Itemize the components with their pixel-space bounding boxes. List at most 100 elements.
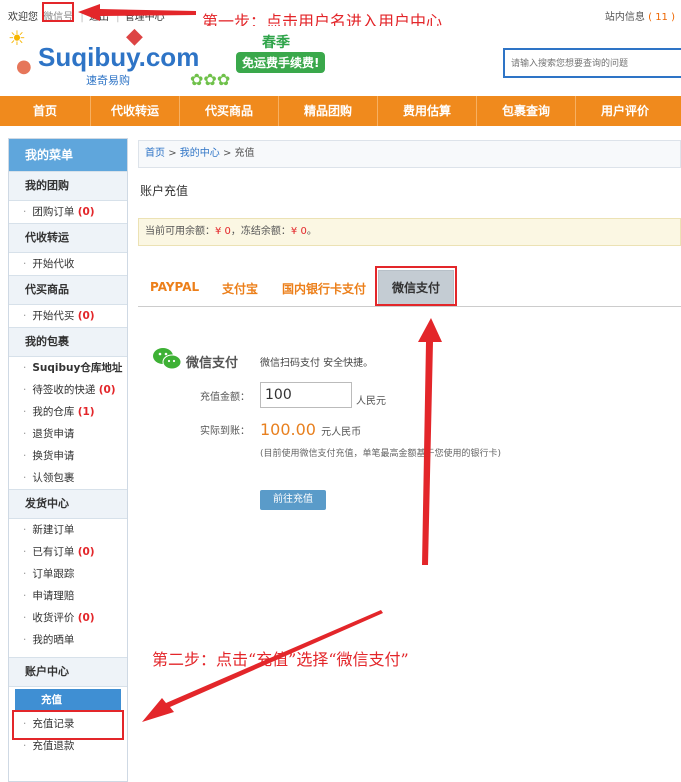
site-info-count: ( 11 ) — [648, 12, 675, 23]
sidebar-group-buy: 代买商品 — [9, 275, 127, 305]
sidebar-item-claim-parcel[interactable]: · 认领包裹 — [9, 467, 127, 489]
sidebar-item-label: 收货评价 — [32, 612, 75, 624]
sidebar-item-my-warehouse[interactable]: · 我的仓库 (1) — [9, 401, 127, 423]
wechat-title: 微信支付 — [186, 356, 239, 371]
nav-forwarding[interactable]: 代收转运 — [91, 96, 180, 126]
actual-amount: 100.00 元人民币 — [260, 420, 361, 439]
welcome-text: 欢迎您 — [8, 12, 38, 23]
tab-paypal[interactable]: PAYPAL — [150, 280, 199, 294]
nav-buy-for-me[interactable]: 代买商品 — [180, 96, 279, 126]
sun-icon: ☀ — [8, 26, 26, 50]
sidebar-item-label: 退货申请 — [32, 428, 75, 440]
sidebar-item-label: 待签收的快递 — [32, 384, 96, 396]
frozen-amount: ¥ 0 — [290, 226, 307, 237]
actual-label: 实际到账： — [200, 426, 250, 437]
sidebar-item-label: 新建订单 — [32, 524, 75, 536]
wechat-icon — [153, 348, 182, 370]
sidebar-item-group-orders[interactable]: · 团购订单 (0) — [9, 201, 127, 223]
tab-alipay[interactable]: 支付宝 — [222, 280, 258, 297]
sidebar-item-start-forwarding[interactable]: · 开始代收 — [9, 253, 127, 275]
sidebar-item-claims[interactable]: · 申请理赔 — [9, 585, 127, 607]
amount-unit: 人民元 — [356, 396, 386, 407]
sidebar-item-exchange[interactable]: · 换货申请 — [9, 445, 127, 467]
sidebar-group-parcels: 我的包裹 — [9, 327, 127, 357]
search-input[interactable] — [509, 51, 681, 77]
sidebar-item-label: 申请理赔 — [32, 590, 75, 602]
step2-annotation: 第二步：点击“充值”选择“微信支付” — [152, 650, 409, 669]
promo-season: 春季 — [262, 35, 290, 51]
actual-value: 100.00 — [260, 420, 316, 439]
frozen-label: ，冻结余额： — [230, 226, 291, 237]
recharge-amount-input[interactable] — [260, 382, 352, 408]
sidebar-item-count: (1) — [77, 406, 95, 418]
sidebar-item-my-showcase[interactable]: · 我的晒单 — [9, 629, 127, 651]
sidebar-item-receipt-review[interactable]: · 收货评价 (0) — [9, 607, 127, 629]
sidebar-item-count: (0) — [77, 310, 95, 322]
main-content: 首页 > 我的中心 > 充值 账户充值 当前可用余额：¥ 0，冻结余额：¥ 0。… — [138, 138, 681, 782]
sidebar-item-recharge[interactable]: 充值 — [15, 689, 121, 711]
site-info[interactable]: 站内信息 ( 11 ) — [605, 8, 675, 23]
sidebar-item-count: (0) — [77, 546, 95, 558]
breadcrumb: 首页 > 我的中心 > 充值 — [138, 140, 681, 168]
site-logo-subtitle: 速奇易购 — [86, 74, 130, 87]
nav-fee-estimate[interactable]: 费用估算 — [378, 96, 477, 126]
nav-group-buy[interactable]: 精品团购 — [279, 96, 378, 126]
tab-bank-card[interactable]: 国内银行卡支付 — [282, 280, 366, 297]
username-highlight-box — [42, 2, 74, 22]
breadcrumb-current: 充值 — [234, 148, 255, 159]
top-bar-left: 欢迎您 微信号 | 退出 | 管理中心 — [8, 12, 165, 23]
sidebar-item-label: 我的仓库 — [32, 406, 75, 418]
sidebar-item-count: (0) — [77, 206, 95, 218]
recharge-note: (目前使用微信支付充值，单笔最高金额基于您使用的银行卡) — [260, 449, 502, 459]
sidebar-item-label: Suqibuy仓库地址 — [32, 362, 123, 374]
go-recharge-button[interactable]: 前往充值 — [260, 490, 326, 510]
nav-reviews[interactable]: 用户评价 — [576, 96, 674, 126]
sidebar-item-existing-orders[interactable]: · 已有订单 (0) — [9, 541, 127, 563]
nav-home[interactable]: 首页 — [0, 96, 91, 126]
sidebar-item-label: 充值退款 — [32, 740, 75, 752]
sidebar-item-label: 团购订单 — [32, 206, 75, 218]
balance-bar: 当前可用余额：¥ 0，冻结余额：¥ 0。 — [138, 218, 681, 246]
sidebar-item-pending-delivery[interactable]: · 待签收的快递 (0) — [9, 379, 127, 401]
wechat-tab-highlight-box — [375, 266, 457, 306]
sidebar-item-start-buy[interactable]: · 开始代买 (0) — [9, 305, 127, 327]
site-logo[interactable]: Suqibuy.com — [38, 42, 199, 73]
actual-unit: 元人民币 — [321, 427, 362, 438]
recharge-highlight-box — [12, 710, 124, 740]
sidebar-item-label: 我的晒单 — [32, 634, 75, 646]
sidebar-title: 我的菜单 — [9, 139, 127, 171]
available-label: 当前可用余额： — [145, 226, 215, 237]
available-amount: ¥ 0 — [215, 226, 231, 237]
main-nav: 首页 代收转运 代买商品 精品团购 费用估算 包裹查询 用户评价 — [0, 96, 681, 126]
sidebar-item-label: 订单跟踪 — [32, 568, 75, 580]
sidebar-item-label: 换货申请 — [32, 450, 75, 462]
nav-parcel-query[interactable]: 包裹查询 — [477, 96, 576, 126]
balloon-icon: ● — [16, 56, 32, 77]
sidebar-item-order-tracking[interactable]: · 订单跟踪 — [9, 563, 127, 585]
logout-link[interactable]: 退出 — [89, 12, 109, 23]
sidebar-item-count: (0) — [98, 384, 116, 396]
wechat-description: 微信扫码支付 安全快捷。 — [260, 358, 374, 369]
sidebar-item-warehouse-address[interactable]: · Suqibuy仓库地址 — [9, 357, 127, 379]
site-info-label: 站内信息 — [604, 12, 645, 23]
sidebar-item-return[interactable]: · 退货申请 — [9, 423, 127, 445]
sidebar-group-forwarding: 代收转运 — [9, 223, 127, 253]
sidebar-group-group-buy: 我的团购 — [9, 171, 127, 201]
sidebar-item-label: 开始代收 — [32, 258, 75, 270]
search-box — [503, 48, 681, 78]
sidebar-group-shipping: 发货中心 — [9, 489, 127, 519]
balance-suffix: 。 — [306, 226, 317, 237]
sidebar: 我的菜单 我的团购 · 团购订单 (0) 代收转运 · 开始代收 代买商品 · 开始代… — [8, 138, 128, 782]
sidebar-group-account: 账户中心 — [9, 657, 127, 687]
page-title: 账户充值 — [140, 184, 189, 198]
sidebar-item-new-order[interactable]: · 新建订单 — [9, 519, 127, 541]
sidebar-item-label: 开始代买 — [32, 310, 75, 322]
breadcrumb-center[interactable]: 我的中心 — [180, 148, 220, 159]
manage-center-link[interactable]: 管理中心 — [125, 12, 165, 23]
promo-badge: 免运费手续费! — [236, 52, 326, 73]
sidebar-item-label: 已有订单 — [32, 546, 75, 558]
breadcrumb-home[interactable]: 首页 — [145, 148, 165, 159]
sidebar-item-label: 认领包裹 — [32, 472, 75, 484]
amount-label: 充值金额： — [200, 392, 250, 403]
sidebar-item-count: (0) — [77, 612, 95, 624]
